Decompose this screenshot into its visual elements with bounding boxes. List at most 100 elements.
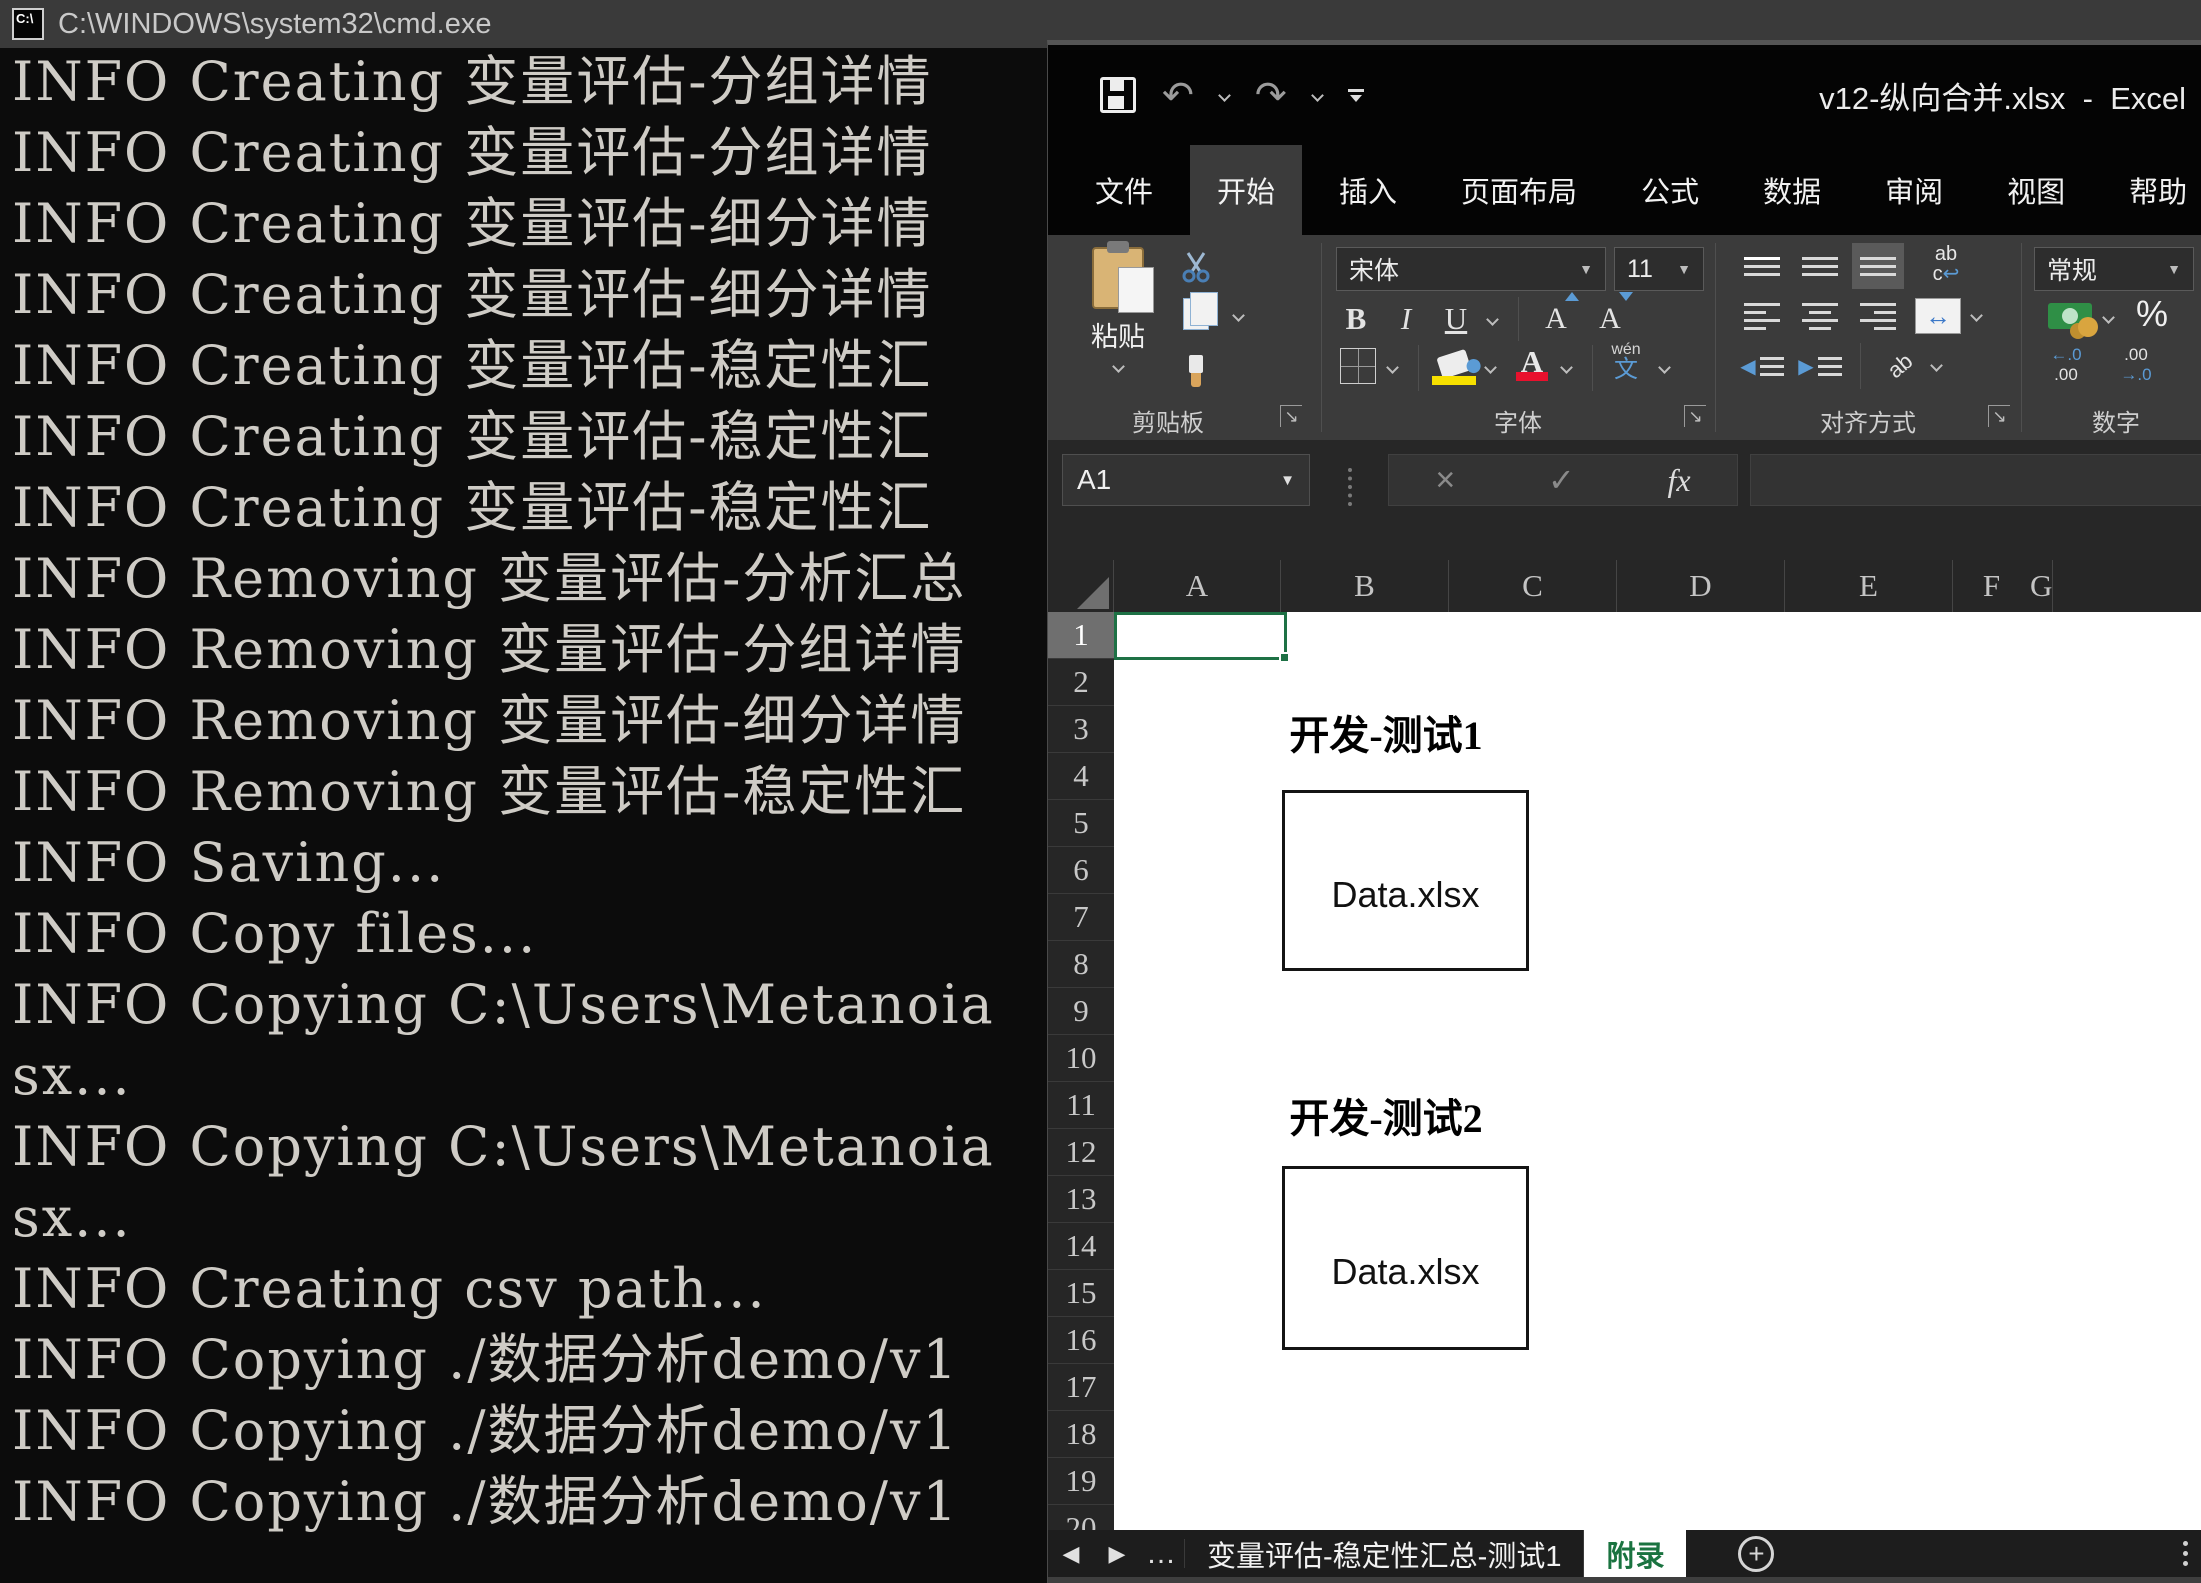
decrease-font-button[interactable]: A	[1588, 297, 1632, 341]
insert-function-icon[interactable]: fx	[1668, 462, 1691, 499]
row-header[interactable]: 6	[1048, 847, 1114, 894]
ribbon-tab[interactable]: 公式	[1614, 145, 1726, 235]
column-header[interactable]: A	[1114, 560, 1281, 612]
phonetic-dropdown-icon[interactable]	[1658, 361, 1671, 374]
save-icon[interactable]	[1100, 77, 1136, 113]
column-header[interactable]: C	[1449, 560, 1617, 612]
row-header[interactable]: 13	[1048, 1176, 1114, 1223]
align-bottom-button[interactable]	[1852, 243, 1904, 289]
merge-dropdown-icon[interactable]	[1970, 309, 1983, 322]
row-header[interactable]: 14	[1048, 1223, 1114, 1270]
align-top-button[interactable]	[1736, 243, 1788, 289]
cancel-icon[interactable]: ×	[1435, 461, 1455, 500]
underline-button[interactable]: U	[1434, 297, 1478, 341]
row-header[interactable]: 15	[1048, 1270, 1114, 1317]
font-size-dropdown-icon[interactable]: ▼	[1677, 261, 1691, 277]
enter-icon[interactable]: ✓	[1548, 461, 1575, 499]
number-format-dropdown-icon[interactable]: ▼	[2167, 261, 2181, 277]
copy-dropdown-icon[interactable]	[1232, 309, 1245, 322]
ribbon-tab[interactable]: 数据	[1736, 145, 1848, 235]
align-left-button[interactable]	[1736, 293, 1788, 339]
ribbon-tab[interactable]: 审阅	[1858, 145, 1970, 235]
borders-button[interactable]	[1336, 345, 1380, 387]
copy-button[interactable]	[1174, 293, 1218, 335]
ribbon-tab[interactable]: 文件	[1068, 145, 1180, 235]
increase-decimal-button[interactable]: ←.0.00	[2036, 345, 2096, 384]
fill-color-dropdown-icon[interactable]	[1484, 361, 1497, 374]
new-sheet-button[interactable]: +	[1738, 1536, 1774, 1572]
row-header[interactable]: 11	[1048, 1082, 1114, 1129]
row-header[interactable]: 17	[1048, 1364, 1114, 1411]
paste-dropdown-icon[interactable]	[1112, 360, 1125, 373]
font-color-button[interactable]: A	[1510, 341, 1554, 383]
sheet-tab-inactive[interactable]: 变量评估-稳定性汇总-测试1	[1185, 1530, 1584, 1577]
row-header[interactable]: 20	[1048, 1505, 1114, 1530]
column-header[interactable]: D	[1617, 560, 1785, 612]
formula-bar-splitter[interactable]	[1348, 468, 1352, 506]
name-box[interactable]: A1 ▼	[1062, 454, 1310, 506]
accounting-dropdown-icon[interactable]	[2102, 311, 2115, 324]
name-box-dropdown-icon[interactable]: ▼	[1280, 472, 1295, 489]
font-color-dropdown-icon[interactable]	[1560, 361, 1573, 374]
ribbon-tab[interactable]: 开始	[1190, 145, 1302, 235]
font-dialog-launcher[interactable]: ↘	[1684, 405, 1706, 427]
percent-style-button[interactable]: %	[2130, 293, 2174, 335]
row-header[interactable]: 18	[1048, 1411, 1114, 1458]
row-header[interactable]: 1	[1048, 612, 1114, 659]
orientation-button[interactable]: ab	[1874, 343, 1926, 389]
clipboard-dialog-launcher[interactable]: ↘	[1280, 405, 1302, 427]
cut-button[interactable]	[1174, 245, 1218, 287]
worksheet-grid[interactable]: 1234567891011121314151617181920 开发-测试1 D…	[1048, 612, 2201, 1530]
column-header[interactable]: B	[1281, 560, 1449, 612]
decrease-indent-button[interactable]: ◀	[1736, 343, 1788, 389]
row-header[interactable]: 7	[1048, 894, 1114, 941]
bold-button[interactable]: B	[1334, 297, 1378, 341]
ribbon-tab[interactable]: 帮助	[2102, 145, 2201, 235]
orientation-dropdown-icon[interactable]	[1930, 359, 1943, 372]
underline-dropdown-icon[interactable]	[1486, 313, 1499, 326]
font-name-select[interactable]: 宋体 ▼	[1336, 247, 1606, 291]
prev-sheet-icon[interactable]: ◀	[1048, 1541, 1094, 1567]
customize-qat-icon[interactable]	[1348, 89, 1364, 102]
column-header[interactable]: G	[2030, 560, 2053, 612]
row-header[interactable]: 2	[1048, 659, 1114, 706]
wrap-text-button[interactable]: ab c↩	[1916, 241, 1976, 287]
merge-center-button[interactable]: ↔	[1910, 293, 1966, 339]
ribbon-tab[interactable]: 插入	[1312, 145, 1424, 235]
row-header[interactable]: 12	[1048, 1129, 1114, 1176]
undo-dropdown-icon[interactable]	[1218, 89, 1231, 102]
align-center-button[interactable]	[1794, 293, 1846, 339]
more-sheets-icon[interactable]: …	[1140, 1537, 1184, 1571]
font-name-dropdown-icon[interactable]: ▼	[1579, 261, 1593, 277]
select-all-corner[interactable]	[1048, 560, 1114, 612]
accounting-format-button[interactable]	[2042, 295, 2098, 337]
row-header[interactable]: 16	[1048, 1317, 1114, 1364]
number-format-select[interactable]: 常规 ▼	[2034, 247, 2194, 291]
row-header[interactable]: 4	[1048, 753, 1114, 800]
decrease-decimal-button[interactable]: .00→.0	[2106, 345, 2166, 384]
redo-dropdown-icon[interactable]	[1311, 89, 1324, 102]
increase-indent-button[interactable]: ▶	[1794, 343, 1846, 389]
undo-icon[interactable]: ↶	[1162, 76, 1194, 114]
redo-icon[interactable]: ↷	[1255, 76, 1287, 114]
fill-color-button[interactable]	[1432, 343, 1476, 385]
italic-button[interactable]: I	[1384, 297, 1428, 341]
align-middle-button[interactable]	[1794, 243, 1846, 289]
tabbar-options-icon[interactable]	[2183, 1541, 2188, 1566]
next-sheet-icon[interactable]: ▶	[1094, 1541, 1140, 1567]
row-header[interactable]: 19	[1048, 1458, 1114, 1505]
row-header[interactable]: 10	[1048, 1035, 1114, 1082]
ribbon-tab[interactable]: 页面布局	[1434, 145, 1604, 235]
alignment-dialog-launcher[interactable]: ↘	[1988, 405, 2010, 427]
format-painter-button[interactable]	[1174, 343, 1218, 385]
sheet-tab-active[interactable]: 附录	[1584, 1530, 1686, 1577]
paste-button[interactable]: 粘贴	[1066, 243, 1170, 399]
row-header[interactable]: 9	[1048, 988, 1114, 1035]
row-header[interactable]: 8	[1048, 941, 1114, 988]
borders-dropdown-icon[interactable]	[1386, 361, 1399, 374]
formula-input[interactable]	[1750, 454, 2201, 506]
align-right-button[interactable]	[1852, 293, 1904, 339]
fill-handle[interactable]	[1279, 652, 1290, 663]
row-header[interactable]: 3	[1048, 706, 1114, 753]
data-box-1[interactable]: Data.xlsx	[1282, 790, 1529, 971]
